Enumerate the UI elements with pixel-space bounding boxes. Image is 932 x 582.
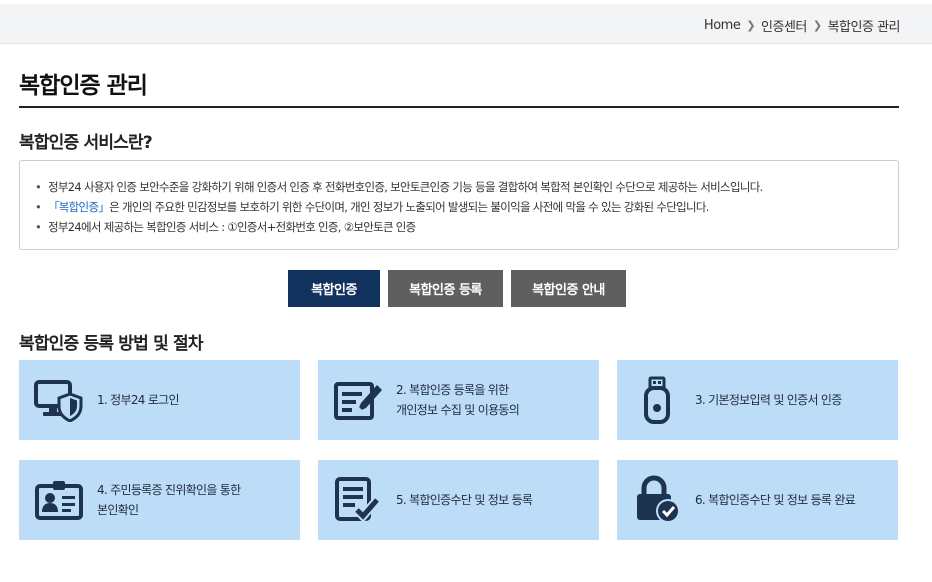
step-4-text: 4. 주민등록증 진위확인을 통한 본인확인 [97, 483, 241, 517]
chevron-right-icon: ❯ [812, 19, 822, 32]
tab-complex-auth-guide[interactable]: 복합인증 안내 [511, 270, 626, 307]
step-6-text: 6. 복합인증수단 및 정보 등록 완료 [695, 493, 856, 507]
usb-token-icon [631, 374, 683, 426]
tab-complex-auth-register[interactable]: 복합인증 등록 [388, 270, 503, 307]
lock-check-icon [631, 474, 683, 526]
tab-bar: 복합인증 복합인증 등록 복합인증 안내 [288, 270, 626, 307]
intro-title: 복합인증 서비스란? [19, 133, 153, 153]
intro-line-2-text: 은 개인의 주요한 민감정보를 보호하기 위한 수단이며, 개인 정보가 노출되… [109, 200, 709, 214]
intro-line-2: 「복합인증」은 개인의 주요한 민감정보를 보호하기 위한 수단이며, 개인 정… [34, 197, 898, 217]
step-5-text: 5. 복합인증수단 및 정보 등록 [396, 493, 533, 507]
intro-box: 정부24 사용자 인증 보안수준을 강화하기 위해 인증서 인증 후 전화번호인… [19, 160, 899, 250]
step-card-6: 6. 복합인증수단 및 정보 등록 완료 [617, 460, 898, 540]
breadcrumb-current: 복합인증 관리 [827, 20, 901, 35]
step-card-4: 4. 주민등록증 진위확인을 통한 본인확인 [19, 460, 300, 540]
chevron-right-icon: ❯ [746, 19, 756, 32]
breadcrumb-home[interactable]: Home [704, 18, 741, 33]
monitor-shield-icon [33, 374, 85, 426]
document-pen-icon [332, 374, 384, 426]
step-2-text: 2. 복합인증 등록을 위한 개인정보 수집 및 이용동의 [396, 383, 520, 417]
checklist-icon [332, 474, 384, 526]
intro-line-2-highlight: 「복합인증」 [48, 200, 110, 214]
intro-line-3: 정부24에서 제공하는 복합인증 서비스 : ①인증서+전화번호 인증, ②보안… [34, 217, 898, 237]
steps-title: 복합인증 등록 방법 및 절차 [19, 334, 204, 354]
tab-complex-auth[interactable]: 복합인증 [288, 270, 380, 307]
id-card-icon [33, 474, 85, 526]
top-bar: Home ❯ 인증센터 ❯ 복합인증 관리 [0, 4, 932, 44]
breadcrumb: Home ❯ 인증센터 ❯ 복합인증 관리 [704, 16, 901, 35]
step-card-5: 5. 복합인증수단 및 정보 등록 [318, 460, 599, 540]
step-card-2: 2. 복합인증 등록을 위한 개인정보 수집 및 이용동의 [318, 360, 599, 440]
step-card-1: 1. 정부24 로그인 [19, 360, 300, 440]
step-3-text: 3. 기본정보입력 및 인증서 인증 [695, 393, 842, 407]
breadcrumb-auth-center[interactable]: 인증센터 [761, 16, 807, 35]
step-card-3: 3. 기본정보입력 및 인증서 인증 [617, 360, 898, 440]
intro-line-1: 정부24 사용자 인증 보안수준을 강화하기 위해 인증서 인증 후 전화번호인… [34, 177, 898, 197]
step-1-text: 1. 정부24 로그인 [97, 393, 180, 407]
title-divider [19, 106, 899, 108]
page-title: 복합인증 관리 [19, 73, 148, 99]
